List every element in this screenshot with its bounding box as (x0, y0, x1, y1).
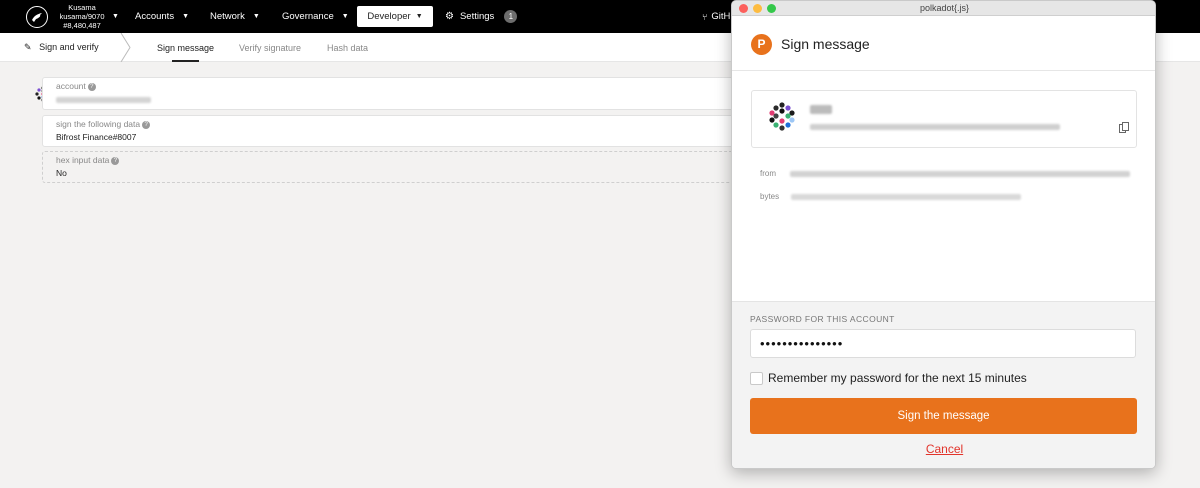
hex-input-value: No (56, 168, 67, 178)
nav-settings[interactable]: ⚙ Settings 1 (445, 0, 518, 33)
sign-message-button[interactable]: Sign the message (750, 398, 1137, 434)
nav-accounts-label: Accounts (135, 11, 175, 22)
remember-password-checkbox[interactable] (750, 371, 763, 385)
signature-icon: ✎ (24, 42, 32, 52)
account-identicon (769, 102, 795, 131)
question-circle-icon: ? (87, 83, 96, 91)
hex-input-label-text: hex input data (56, 155, 110, 165)
sign-data-value: Bifrost Finance#8007 (56, 132, 137, 142)
github-icon: ⑂ (702, 11, 708, 22)
nav-developer[interactable]: Developer ▼ (357, 6, 433, 27)
remember-password-label: Remember my password for the next 15 min… (768, 371, 1027, 385)
from-row: from (760, 169, 1130, 178)
section-title: ✎ Sign and verify (24, 42, 99, 53)
cancel-link[interactable]: Cancel (732, 442, 1155, 456)
polkadot-extension-popup: polkadot{.js} P Sign message from bytes … (731, 0, 1156, 469)
polkadot-logo-icon: P (751, 34, 772, 55)
nav-settings-label: Settings (459, 11, 495, 22)
sign-data-label: sign the following data? (56, 119, 151, 129)
popup-header: P Sign message (732, 17, 1155, 71)
sign-data-label-text: sign the following data (56, 119, 141, 129)
account-field[interactable]: account? (42, 77, 762, 110)
block-number: #8,480,487 (63, 21, 101, 30)
hex-input-label: hex input data? (56, 155, 120, 165)
bytes-label: bytes (760, 192, 780, 201)
from-label: from (760, 169, 776, 178)
password-input[interactable]: ••••••••••••••• (750, 329, 1136, 358)
question-circle-icon: ? (142, 121, 151, 129)
nav-github[interactable]: ⑂ GitH (702, 0, 730, 33)
active-tab-indicator (172, 60, 199, 62)
bytes-value-blurred (791, 192, 1021, 201)
from-value-blurred (790, 169, 1130, 178)
question-circle-icon: ? (111, 157, 120, 165)
chevron-down-icon: ▼ (415, 13, 423, 20)
tab-verify-signature[interactable]: Verify signature (239, 43, 301, 53)
nav-network[interactable]: Network ▼ (210, 0, 260, 33)
chain-info: Kusama kusama/9070 #8,480,487 (54, 3, 110, 30)
account-label-text: account (56, 81, 86, 91)
nav-network-label: Network (210, 11, 245, 22)
chevron-down-icon: ▼ (182, 13, 190, 20)
section-title-label: Sign and verify (39, 42, 99, 52)
account-card (751, 90, 1137, 148)
window-title: polkadot{.js} (919, 3, 970, 13)
nav-governance[interactable]: Governance ▼ (282, 0, 349, 33)
chain-selector[interactable]: Kusama kusama/9070 #8,480,487 ▼ (26, 3, 119, 31)
settings-badge: 1 (504, 10, 518, 23)
account-value-blurred (56, 94, 151, 104)
copy-icon[interactable] (1119, 122, 1129, 133)
chevron-down-icon: ▼ (252, 13, 260, 20)
sign-data-field[interactable]: sign the following data? Bifrost Finance… (42, 115, 762, 147)
chevron-down-icon: ▼ (112, 13, 119, 20)
bytes-row: bytes (760, 192, 1021, 201)
nav-github-label: GitH (711, 11, 731, 22)
kusama-logo-icon (26, 6, 48, 28)
account-label: account? (56, 81, 96, 91)
tab-sign-message[interactable]: Sign message (157, 43, 214, 53)
chevron-down-icon: ▼ (341, 13, 349, 20)
remember-password-row[interactable]: Remember my password for the next 15 min… (750, 371, 1027, 385)
account-address-blurred (810, 124, 1060, 130)
window-titlebar: polkadot{.js} (732, 1, 1155, 16)
gear-icon: ⚙ (445, 11, 454, 22)
tab-hash-data[interactable]: Hash data (327, 43, 368, 53)
breadcrumb-chevron (120, 33, 131, 62)
password-label: PASSWORD FOR THIS ACCOUNT (750, 314, 895, 324)
popup-title: Sign message (781, 36, 870, 52)
hex-input-field[interactable]: hex input data? No (42, 151, 762, 183)
nav-accounts[interactable]: Accounts ▼ (135, 0, 189, 33)
account-name-blurred (810, 105, 832, 114)
nav-developer-label: Developer (367, 11, 411, 22)
chain-name: Kusama (68, 3, 96, 12)
nav-governance-label: Governance (282, 11, 334, 22)
chain-version: kusama/9070 (59, 12, 105, 21)
popup-footer: PASSWORD FOR THIS ACCOUNT ••••••••••••••… (732, 301, 1155, 468)
